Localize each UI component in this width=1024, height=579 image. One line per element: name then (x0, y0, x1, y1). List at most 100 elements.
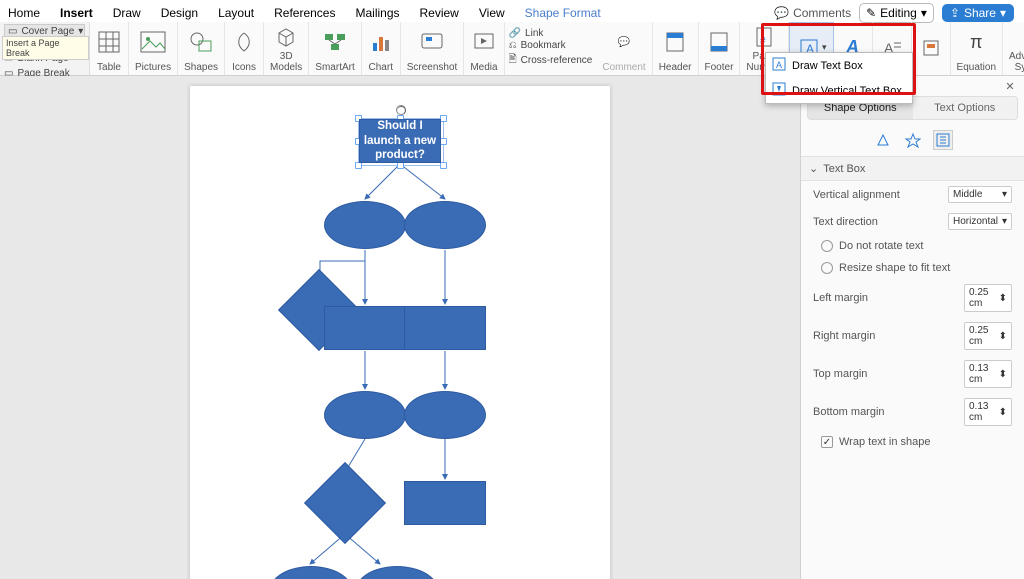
flowchart-oval[interactable] (404, 201, 486, 249)
valign-select[interactable]: Middle ▾ (948, 186, 1012, 203)
resize-handle[interactable] (440, 162, 447, 169)
table-group[interactable]: Table (90, 22, 129, 75)
do-not-rotate-checkbox[interactable]: Do not rotate text (801, 235, 1024, 257)
text-box-icon: A (772, 57, 786, 74)
tab-draw[interactable]: Draw (105, 4, 149, 22)
close-panel-button[interactable]: ✕ (1002, 78, 1018, 94)
tab-shape-format[interactable]: Shape Format (517, 4, 609, 22)
flowchart-oval[interactable] (324, 391, 406, 439)
flowchart-start-box[interactable]: Should I launch a new product? (359, 119, 441, 163)
link-label: Link (525, 28, 543, 39)
flowchart-oval[interactable] (324, 201, 406, 249)
editing-label: Editing (880, 6, 917, 20)
comments-button[interactable]: 💬 Comments (774, 6, 851, 20)
document-canvas[interactable]: Should I launch a new product? (0, 76, 800, 579)
bookmark-button[interactable]: ⎌Bookmark (509, 40, 593, 51)
resize-handle[interactable] (440, 115, 447, 122)
link-button[interactable]: 🔗 Link (509, 28, 593, 39)
resize-shape-label: Resize shape to fit text (839, 262, 950, 274)
media-group[interactable]: Media (464, 22, 504, 75)
equation-label: Equation (957, 63, 996, 74)
crossref-label: Cross-reference (521, 55, 593, 66)
flowchart-oval[interactable] (356, 566, 438, 579)
left-margin-value: 0.25 cm (969, 287, 999, 309)
resize-shape-checkbox[interactable]: Resize shape to fit text (801, 257, 1024, 279)
comment-icon: 💬 (774, 6, 789, 20)
flowchart-oval[interactable] (404, 391, 486, 439)
share-label: Share (964, 6, 996, 20)
header-group[interactable]: Header (653, 22, 699, 75)
shapes-label: Shapes (184, 63, 218, 74)
smartart-group[interactable]: SmartArt (309, 22, 361, 75)
shapes-icon (188, 29, 214, 55)
wrap-text-checkbox[interactable]: Wrap text in shape (801, 431, 1024, 453)
equation-icon: π (963, 29, 989, 55)
rotation-handle[interactable] (396, 105, 406, 115)
draw-text-box-item[interactable]: A Draw Text Box (766, 53, 912, 78)
tab-design[interactable]: Design (153, 4, 206, 22)
tab-home[interactable]: Home (0, 4, 48, 22)
draw-vertical-text-box-label: Draw Vertical Text Box (792, 85, 902, 97)
layout-properties-icon[interactable] (933, 130, 953, 150)
icons-group[interactable]: Icons (225, 22, 264, 75)
tab-review[interactable]: Review (412, 4, 467, 22)
table-icon (96, 29, 122, 55)
comment-label: Comment (602, 63, 645, 74)
editing-mode-button[interactable]: ✎ Editing ▾ (859, 3, 934, 23)
draw-vertical-text-box-item[interactable]: Draw Vertical Text Box (766, 78, 912, 103)
share-button[interactable]: ⇪ Share ▾ (942, 4, 1014, 22)
footer-group[interactable]: Footer (699, 22, 741, 75)
checkbox-icon (821, 436, 833, 448)
flowchart-oval[interactable] (270, 566, 352, 579)
do-not-rotate-label: Do not rotate text (839, 240, 923, 252)
text-tools-button[interactable] (912, 22, 951, 75)
comment-icon: 💬 (611, 29, 637, 55)
text-direction-label: Text direction (813, 216, 878, 228)
chart-group[interactable]: Chart (362, 22, 401, 75)
icons-icon (231, 29, 257, 55)
equation-group[interactable]: π Equation (951, 22, 1003, 75)
chevron-down-icon: ▾ (1000, 6, 1006, 20)
footer-label: Footer (705, 63, 734, 74)
symbol-group[interactable]: ΩAdvanced Symbol (1003, 22, 1024, 75)
resize-handle[interactable] (355, 162, 362, 169)
stepper-icon: ⬍ (999, 407, 1007, 418)
right-margin-spinner[interactable]: 0.25 cm⬍ (964, 322, 1012, 350)
resize-handle[interactable] (440, 138, 447, 145)
tab-layout[interactable]: Layout (210, 4, 262, 22)
resize-handle[interactable] (397, 162, 404, 169)
flowchart-diamond[interactable] (304, 462, 386, 544)
vertical-text-box-icon (772, 82, 786, 99)
crossref-button[interactable]: 🖹Cross-reference (509, 52, 593, 69)
chart-icon (368, 29, 394, 55)
textbox-section-head[interactable]: ⌄Text Box (801, 156, 1024, 181)
tab-mailings[interactable]: Mailings (347, 4, 407, 22)
3d-models-label: 3D Models (270, 52, 302, 73)
left-margin-label: Left margin (813, 292, 868, 304)
left-margin-spinner[interactable]: 0.25 cm⬍ (964, 284, 1012, 312)
radio-icon (821, 240, 833, 252)
pictures-group[interactable]: Pictures (129, 22, 178, 75)
text-options-tab[interactable]: Text Options (913, 97, 1018, 119)
top-margin-value: 0.13 cm (969, 363, 999, 385)
tab-insert[interactable]: Insert (52, 4, 101, 22)
screenshot-group[interactable]: Screenshot (401, 22, 465, 75)
bottom-margin-spinner[interactable]: 0.13 cm⬍ (964, 398, 1012, 426)
shapes-group[interactable]: Shapes (178, 22, 225, 75)
top-margin-spinner[interactable]: 0.13 cm⬍ (964, 360, 1012, 388)
link-icon: 🔗 (509, 28, 521, 39)
tab-view[interactable]: View (471, 4, 513, 22)
chevron-down-icon: ▾ (1002, 189, 1007, 200)
text-direction-value: Horizontal (953, 216, 998, 227)
3d-models-group[interactable]: 3D Models (264, 22, 309, 75)
flowchart-rect[interactable] (324, 306, 406, 350)
flowchart-rect[interactable] (404, 306, 486, 350)
smartart-icon (322, 29, 348, 55)
tab-references[interactable]: References (266, 4, 343, 22)
svg-text:#: # (760, 36, 766, 47)
effects-icon[interactable] (903, 130, 923, 150)
fill-line-icon[interactable] (873, 130, 893, 150)
flowchart-rect[interactable] (404, 481, 486, 525)
text-direction-select[interactable]: Horizontal ▾ (948, 213, 1012, 230)
comment-group[interactable]: 💬 Comment (596, 22, 652, 75)
